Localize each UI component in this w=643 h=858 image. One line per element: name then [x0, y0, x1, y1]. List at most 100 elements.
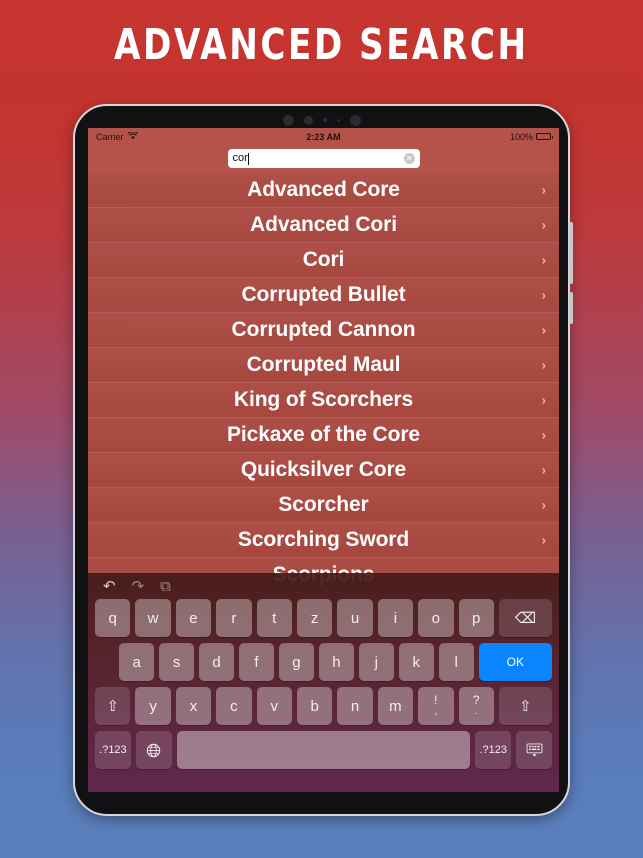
- search-result-label: Corrupted Bullet: [241, 283, 406, 306]
- text-caret: [248, 152, 250, 165]
- search-result-row[interactable]: Corrupted Maul ›: [88, 348, 559, 383]
- globe-icon[interactable]: [135, 731, 172, 769]
- search-bar: cor ✕: [88, 145, 559, 173]
- numbers-right-key[interactable]: .?123: [475, 731, 512, 769]
- key-f[interactable]: f: [239, 643, 274, 681]
- keyboard-row-3: ⇧ y x c v b n m!,?. ⇧: [92, 687, 555, 725]
- chevron-right-icon: ›: [541, 462, 546, 478]
- key-w[interactable]: w: [135, 599, 171, 637]
- key-m[interactable]: m: [377, 687, 414, 725]
- backspace-key[interactable]: ⌫: [498, 599, 552, 637]
- search-result-row[interactable]: Advanced Cori ›: [88, 208, 559, 243]
- key-question-period[interactable]: ?.: [458, 687, 494, 725]
- key-p[interactable]: p: [458, 599, 494, 637]
- search-result-label: King of Scorchers: [233, 388, 414, 411]
- key-n[interactable]: n: [337, 687, 373, 725]
- key-i[interactable]: i: [377, 599, 414, 637]
- tablet-device-frame: Carrier 2:23 AM 100% cor ✕ Advanced Core…: [73, 104, 573, 816]
- key-o[interactable]: o: [418, 599, 454, 637]
- search-result-label: Scorching Sword: [237, 528, 410, 551]
- chevron-right-icon: ›: [541, 392, 546, 408]
- key-z[interactable]: z: [296, 599, 333, 637]
- sensor-dot: [303, 115, 313, 125]
- key-a[interactable]: a: [119, 643, 155, 681]
- page-title: ADVANCED SEARCH: [113, 20, 529, 70]
- mic-dot: [336, 118, 340, 122]
- redo-icon[interactable]: ↷: [132, 579, 145, 594]
- key-v[interactable]: v: [256, 687, 292, 725]
- key-e[interactable]: e: [175, 599, 212, 637]
- chevron-right-icon: ›: [541, 532, 546, 548]
- device-sensor-array: [75, 114, 568, 126]
- search-result-row[interactable]: Scorching Sword ›: [88, 523, 559, 558]
- key-d[interactable]: d: [199, 643, 235, 681]
- chevron-right-icon: ›: [541, 322, 546, 338]
- chevron-right-icon: ›: [541, 217, 546, 233]
- search-input-value: cor: [232, 152, 248, 164]
- chevron-right-icon: ›: [541, 357, 546, 373]
- key-j[interactable]: j: [358, 643, 394, 681]
- keyboard-row-1: q w e r t z u i o p ⌫: [92, 599, 555, 637]
- key-k[interactable]: k: [398, 643, 434, 681]
- search-result-row[interactable]: Corrupted Bullet ›: [88, 278, 559, 313]
- key-y[interactable]: y: [135, 687, 171, 725]
- undo-icon[interactable]: ↶: [103, 579, 116, 594]
- search-result-label: Corrupted Maul: [246, 353, 401, 376]
- search-result-label: Cori: [302, 248, 345, 271]
- search-result-label: Corrupted Cannon: [231, 318, 416, 341]
- key-t[interactable]: t: [256, 599, 292, 637]
- key-s[interactable]: s: [159, 643, 195, 681]
- search-result-label: Advanced Cori: [250, 213, 397, 236]
- search-result-row[interactable]: Cori ›: [88, 243, 559, 278]
- proximity-sensor-icon: [322, 118, 327, 122]
- key-q[interactable]: q: [95, 599, 131, 637]
- key-r[interactable]: r: [216, 599, 252, 637]
- keyboard-row-4: .?123 .?123: [92, 731, 555, 769]
- search-result-row[interactable]: Scorcher ›: [88, 488, 559, 523]
- space-key[interactable]: [176, 731, 471, 769]
- search-result-row[interactable]: Corrupted Cannon ›: [88, 313, 559, 348]
- search-result-label: Advanced Core: [247, 178, 400, 201]
- volume-up-button[interactable]: [569, 222, 573, 284]
- key-b[interactable]: b: [296, 687, 333, 725]
- volume-down-button[interactable]: [569, 292, 573, 324]
- clear-text-icon[interactable]: ✕: [403, 153, 415, 164]
- chevron-right-icon: ›: [541, 287, 546, 303]
- key-u[interactable]: u: [337, 599, 373, 637]
- return-ok-key[interactable]: OK: [478, 643, 553, 681]
- battery-percent-label: 100%: [509, 131, 533, 142]
- chevron-right-icon: ›: [541, 427, 546, 443]
- key-l[interactable]: l: [438, 643, 474, 681]
- key-c[interactable]: c: [216, 687, 252, 725]
- dismiss-keyboard-icon[interactable]: [516, 731, 552, 769]
- search-result-row[interactable]: Pickaxe of the Core ›: [88, 418, 559, 453]
- keyboard-toolbar: ↶ ↷ ⧉: [92, 573, 555, 599]
- status-bar-right: 100%: [509, 131, 553, 142]
- search-result-label: Scorcher: [278, 493, 369, 516]
- search-result-label: Quicksilver Core: [240, 458, 407, 481]
- status-bar-clock: 2:23 AM: [306, 131, 341, 142]
- search-result-row[interactable]: King of Scorchers ›: [88, 383, 559, 418]
- search-input[interactable]: cor ✕: [227, 149, 420, 168]
- front-camera-icon: [349, 114, 361, 126]
- shift-right-key[interactable]: ⇧: [498, 687, 552, 725]
- device-screen: Carrier 2:23 AM 100% cor ✕ Advanced Core…: [88, 128, 559, 792]
- camera-lens-icon: [282, 114, 294, 126]
- status-bar: Carrier 2:23 AM 100%: [88, 128, 559, 145]
- battery-full-icon: [536, 133, 553, 140]
- copy-paste-icon[interactable]: ⧉: [160, 579, 171, 594]
- key-g[interactable]: g: [278, 643, 314, 681]
- chevron-right-icon: ›: [541, 182, 546, 198]
- search-result-label: Pickaxe of the Core: [226, 423, 420, 446]
- keyboard-row-2: a s d f g h j k l OK: [92, 643, 555, 681]
- numbers-left-key[interactable]: .?123: [95, 731, 131, 769]
- onscreen-keyboard: ↶ ↷ ⧉ q w e r t z u i o p ⌫ a s d f g h j k l OK ⇧ y x c v b n m!,…: [88, 573, 559, 792]
- search-result-row[interactable]: Advanced Core ›: [88, 173, 559, 208]
- key-h[interactable]: h: [318, 643, 354, 681]
- search-result-row[interactable]: Quicksilver Core ›: [88, 453, 559, 488]
- key-x[interactable]: x: [175, 687, 212, 725]
- key-exclam-comma[interactable]: !,: [418, 687, 454, 725]
- shift-left-key[interactable]: ⇧: [95, 687, 131, 725]
- chevron-right-icon: ›: [541, 252, 546, 268]
- chevron-right-icon: ›: [541, 497, 546, 513]
